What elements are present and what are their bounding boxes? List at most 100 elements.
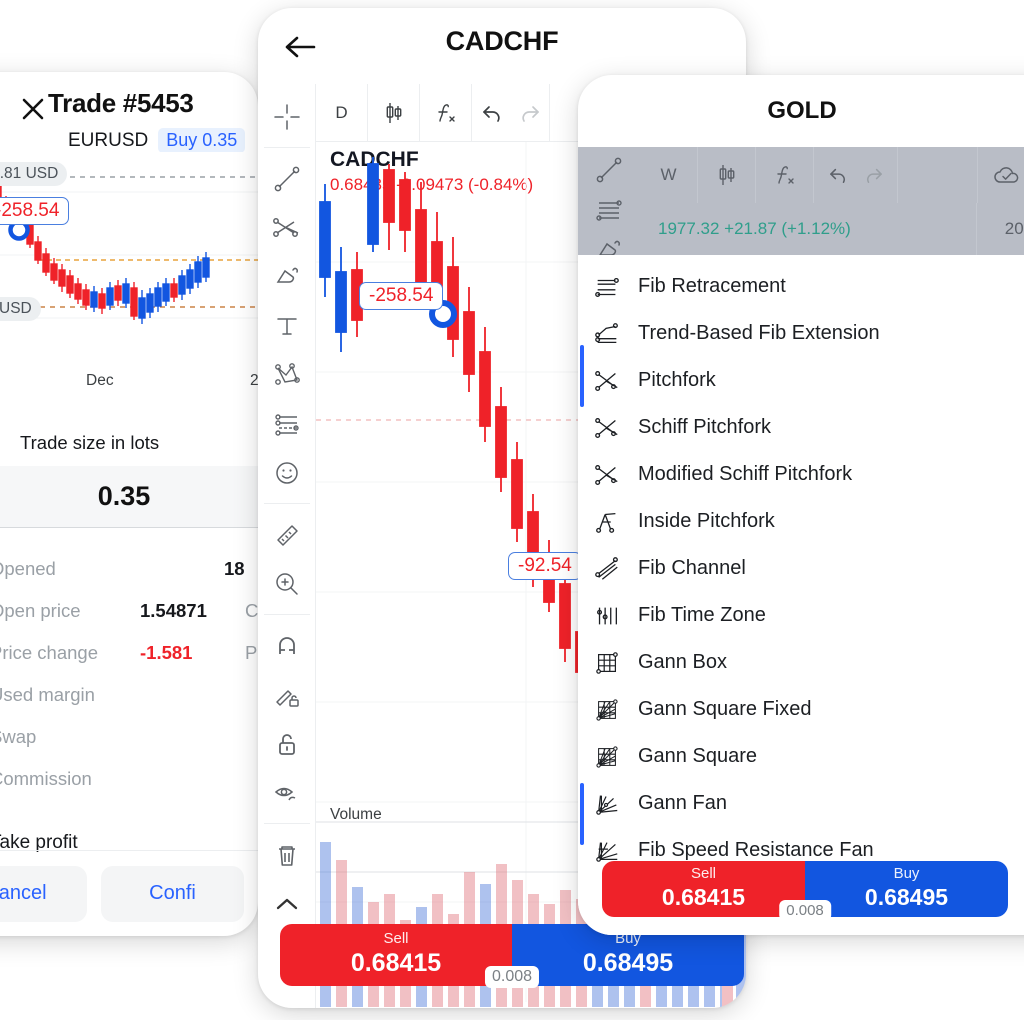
info-key: Used margin: [0, 684, 95, 705]
fib-retracement-icon[interactable]: [594, 195, 624, 225]
info-value: -1.581: [140, 642, 193, 663]
zoom-in-icon[interactable]: [265, 559, 309, 608]
menu-item-inside-pitchfork[interactable]: Inside Pitchfork: [578, 498, 1024, 545]
undo-redo-group[interactable]: [472, 84, 550, 141]
volume-label: Volume: [330, 806, 382, 823]
interval-button[interactable]: D: [316, 84, 368, 141]
list-item: Commission: [0, 768, 258, 810]
list-item: Swap: [0, 726, 258, 768]
menu-item-fib-time-zone[interactable]: Fib Time Zone: [578, 592, 1024, 639]
trade-detail-header: Trade #5453 EURUSD Buy 0.35: [0, 72, 258, 153]
menu-item-label: Fib Speed Resistance Fan: [638, 839, 874, 861]
inside-pitchfork-icon: [592, 507, 622, 537]
fib-retracement-icon[interactable]: [265, 399, 309, 448]
gann-box-icon: [592, 648, 622, 678]
undo-redo-group[interactable]: [814, 147, 898, 203]
unlock-icon[interactable]: [265, 719, 309, 768]
info-key: Opened: [0, 558, 56, 579]
menu-item-gann-fan[interactable]: Gann Fan: [578, 780, 1024, 827]
trade-detail-footer: Cancel Confi: [0, 850, 258, 936]
fx-indicators-icon[interactable]: [756, 147, 814, 203]
remove-drawings-icon[interactable]: [265, 830, 309, 879]
info-value: 1.54871: [140, 600, 207, 621]
pl-pill: -258.54: [0, 197, 70, 225]
info-value: 18: [224, 558, 245, 579]
text-icon[interactable]: [265, 301, 309, 350]
pattern-icon[interactable]: [265, 350, 309, 399]
close-icon[interactable]: [18, 94, 48, 124]
brush-icon[interactable]: [265, 252, 309, 301]
buy-price: 0.68495: [582, 948, 674, 977]
lock-drawings-icon[interactable]: [265, 670, 309, 719]
candle-chart-icon[interactable]: [368, 84, 420, 141]
menu-item-schiff-pitchfork[interactable]: Schiff Pitchfork: [578, 404, 1024, 451]
take-profit-chip: TP +157.81 USD: [0, 162, 68, 186]
trade-bar: Sell 0.68415 Buy 0.68495 0.008: [602, 861, 1008, 921]
drawing-toolbar: [258, 84, 316, 1008]
hide-drawings-icon[interactable]: [265, 768, 309, 817]
trade-detail-card: Trade #5453 EURUSD Buy 0.35 .81 USD USD …: [0, 72, 258, 936]
menu-item-label: Gann Square Fixed: [638, 698, 812, 720]
menu-item-gann-box[interactable]: Gann Box: [578, 639, 1024, 686]
lot-size-input[interactable]: 0.35: [0, 466, 258, 528]
trend-line-icon[interactable]: [265, 154, 309, 203]
menu-item-label: Fib Channel: [638, 557, 746, 579]
fx-indicators-icon[interactable]: [420, 84, 472, 141]
gold-header: GOLD: [578, 75, 1024, 147]
fib-time-zone-icon: [592, 601, 622, 631]
trend-based-fib-extension-icon: [592, 319, 622, 349]
gold-quote-row: 1977.32 +21.87 (+1.12%) 2080.00: [640, 203, 1024, 255]
menu-item-label: Modified Schiff Pitchfork: [638, 463, 853, 485]
gold-toolbar: W 1977.32 +21.87 (+1.12%) 20: [578, 147, 1024, 256]
info-key-secondary: P&L: [245, 642, 258, 663]
trade-subtitle: EURUSD Buy 0.35: [68, 128, 246, 153]
magnet-icon[interactable]: [265, 621, 309, 670]
list-item: Used margin: [0, 684, 258, 726]
trend-line-icon[interactable]: [594, 155, 624, 185]
pl-pill: -92.54: [508, 552, 582, 580]
schiff-pitchfork-icon: [592, 413, 622, 443]
modified-schiff-pitchfork-icon: [592, 460, 622, 490]
toolbar-spacer: [898, 147, 978, 203]
page-title: CADCHF: [445, 26, 559, 56]
pitchfork-icon[interactable]: [265, 203, 309, 252]
gold-toolbar-row: W: [640, 147, 1024, 203]
menu-item-modified-schiff-pitchfork[interactable]: Modified Schiff Pitchfork: [578, 451, 1024, 498]
sell-price: 0.68415: [661, 883, 746, 910]
divider: [263, 614, 310, 615]
buy-button[interactable]: Buy 0.68495: [805, 861, 1008, 917]
gold-quote: 1977.32 +21.87 (+1.12%): [658, 219, 851, 238]
menu-item-trend-based-fib-extension[interactable]: Trend-Based Fib Extension: [578, 310, 1024, 357]
cloud-saved-icon[interactable]: [978, 147, 1024, 203]
interval-button[interactable]: W: [640, 147, 698, 203]
stop-loss-chip: SL -289 USD: [0, 297, 41, 321]
emoji-icon[interactable]: [265, 448, 309, 497]
buy-price: 0.68495: [864, 883, 949, 910]
spread-badge: 0.008: [484, 966, 540, 988]
collapse-icon[interactable]: [265, 879, 309, 928]
sell-button[interactable]: Sell 0.68415: [602, 861, 805, 917]
scrollbar[interactable]: [580, 783, 584, 845]
sell-button[interactable]: Sell 0.68415: [280, 924, 512, 986]
sell-label: Sell: [383, 930, 409, 948]
scrollbar[interactable]: [580, 345, 584, 407]
candle-chart-icon[interactable]: [698, 147, 756, 203]
menu-item-fib-channel[interactable]: Fib Channel: [578, 545, 1024, 592]
menu-item-pitchfork[interactable]: Pitchfork: [578, 357, 1024, 404]
menu-item-gann-square[interactable]: Gann Square: [578, 733, 1024, 780]
cancel-button[interactable]: Cancel: [0, 865, 87, 922]
menu-item-fib-retracement[interactable]: Fib Retracement: [578, 263, 1024, 310]
undo-icon: [829, 168, 845, 183]
menu-item-label: Gann Fan: [638, 792, 727, 814]
gold-drawing-toolbar: [578, 147, 640, 256]
measure-icon[interactable]: [265, 510, 309, 559]
menu-item-gann-square-fixed[interactable]: Gann Square Fixed: [578, 686, 1024, 733]
crosshair-icon[interactable]: [265, 92, 309, 141]
buy-label: Buy: [893, 865, 920, 883]
info-key-secondary: Cur: [245, 600, 258, 621]
trade-symbol: EURUSD: [68, 129, 149, 151]
gold-toolbar-right: W 1977.32 +21.87 (+1.12%) 20: [640, 147, 1024, 255]
gold-chart-card: GOLD W 1977.32 +21.87 (+1.12%) 20 Fib Re…: [578, 75, 1024, 935]
confirm-button[interactable]: Confi: [101, 865, 244, 922]
trade-chart[interactable]: TP +157.81 USD SL -289 USD -258.54: [0, 152, 258, 370]
